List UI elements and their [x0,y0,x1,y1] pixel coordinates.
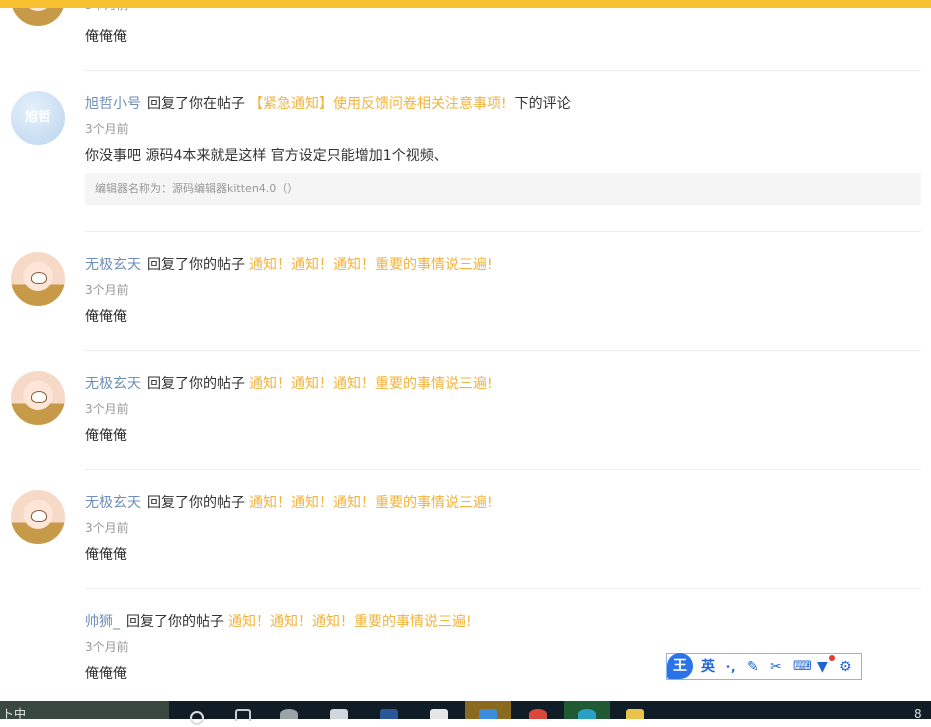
ime-toolbar[interactable]: 王 英 ･, ✎ ✂ ⌨ ▼ ⚙ [666,653,862,680]
word-icon[interactable] [366,701,412,719]
skin-icon[interactable]: ▼ [817,658,828,676]
divider [85,231,921,232]
store-icon[interactable] [416,701,462,719]
post-link[interactable]: 通知！通知！通知！重要的事情说三遍! [249,495,493,511]
divider [85,469,921,470]
comment-text: 俺俺俺 [85,428,127,444]
chrome-icon[interactable] [515,701,561,719]
username-link[interactable]: 无极玄天 [85,495,141,511]
comment-text: 俺俺俺 [85,29,127,45]
timestamp: 3个月前 [85,122,129,136]
folder-icon[interactable] [612,701,658,719]
settings-icon[interactable]: ⚙ [839,658,852,676]
comment-text: 你没事吧 源码4本来就是这样 官方设定只能增加1个视频、 [85,148,448,164]
timestamp: 3个月前 [85,521,129,535]
taskbar: ト中 8 [0,701,931,725]
avatar[interactable]: 旭哲 [11,91,65,145]
avatar[interactable] [11,371,65,425]
pen-icon[interactable]: ✎ [747,658,759,676]
action-text: 回复了你在帖子 [147,96,245,112]
divider [85,588,921,589]
task-view-icon[interactable] [218,701,264,721]
avatar[interactable] [11,490,65,544]
username-link[interactable]: 旭哲小号 [85,96,141,112]
reply-line: 无极玄天 回复了你的帖子 通知！通知！通知！重要的事情说三遍! [85,254,493,274]
reply-line: 帅狮_ 回复了你的帖子 通知！通知！通知！重要的事情说三遍! [85,611,472,631]
action-text: 回复了你的帖子 [147,495,245,511]
divider [85,350,921,351]
taskbar-search[interactable]: ト中 [0,701,169,721]
action-text: 回复了你的帖子 [147,257,245,273]
timestamp: 3个月前 [85,402,129,416]
search-icon[interactable] [172,701,218,725]
action-text: 回复了你的帖子 [126,614,224,630]
timestamp: 3个月前 [85,640,129,654]
ime-language-toggle[interactable]: 英 [701,658,715,676]
action-text: 回复了你的帖子 [147,376,245,392]
post-link[interactable]: 通知！通知！通知！重要的事情说三遍! [228,614,472,630]
post-link[interactable]: 【紧急通知】使用反馈问卷相关注意事项! [249,96,507,112]
keyboard-icon[interactable]: ⌨ [793,658,812,676]
username-link[interactable]: 无极玄天 [85,376,141,392]
username-link[interactable]: 无极玄天 [85,257,141,273]
username-link[interactable]: 帅狮_ [85,614,120,630]
app-icon-1[interactable] [266,701,312,719]
notification-dot [829,655,835,661]
reply-line: 无极玄天 回复了你的帖子 通知！通知！通知！重要的事情说三遍! [85,492,493,512]
comment-text: 俺俺俺 [85,666,127,682]
punctuation-icon[interactable]: ･, [725,658,736,676]
reply-line: 无极玄天 回复了你的帖子 通知！通知！通知！重要的事情说三遍! [85,373,493,393]
comment-text: 俺俺俺 [85,309,127,325]
ime-logo-icon[interactable]: 王 [667,653,693,679]
suffix-text: 下的评论 [514,96,571,112]
divider [85,70,921,71]
edge-icon[interactable] [564,701,610,719]
reply-line: 旭哲小号 回复了你在帖子 【紧急通知】使用反馈问卷相关注意事项! 下的评论 [85,93,571,113]
timestamp: 3个月前 [85,283,129,297]
app-icon-2[interactable] [316,701,362,719]
post-link[interactable]: 通知！通知！通知！重要的事情说三遍! [249,376,493,392]
top-accent-bar [0,0,931,8]
quoted-comment: 编辑器名称为：源码编辑器kitten4.0（） [85,173,921,205]
active-app-icon[interactable] [465,701,511,719]
comment-text: 俺俺俺 [85,547,127,563]
post-link[interactable]: 通知！通知！通知！重要的事情说三遍! [249,257,493,273]
avatar[interactable] [11,252,65,306]
scissors-icon[interactable]: ✂ [770,658,782,676]
notification-feed: 3个月前 俺俺俺 旭哲 旭哲小号回复了你在帖子【紧急通知】使用反馈问卷相关注意事… [0,0,931,700]
